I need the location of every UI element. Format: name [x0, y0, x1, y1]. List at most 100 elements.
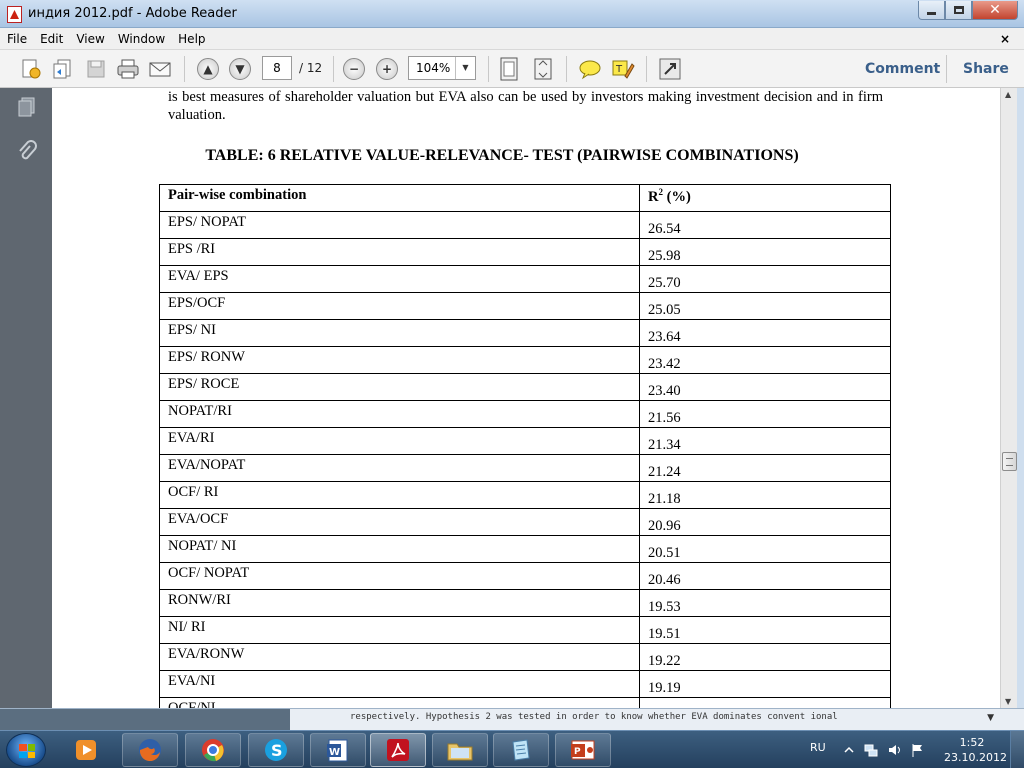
volume-icon[interactable] — [887, 742, 901, 756]
table-row: EVA/ EPS 25.70 — [159, 265, 891, 293]
document-view[interactable]: is best measures of shareholder valuatio… — [52, 88, 1000, 708]
minimize-button[interactable] — [918, 1, 945, 20]
taskbar-powerpoint[interactable]: P — [555, 733, 611, 767]
scroll-up-arrow-icon[interactable]: ▲ — [1005, 90, 1011, 99]
zoom-out-button[interactable]: − — [341, 56, 367, 82]
fit-page-icon — [534, 58, 552, 80]
scrolling-mode-button[interactable] — [496, 56, 522, 82]
menu-help[interactable]: Help — [171, 28, 211, 46]
zoom-select[interactable]: 104% ▼ — [408, 56, 476, 80]
pair-cell: EPS/ NOPAT — [159, 211, 640, 239]
r2-cell: 23.42 — [639, 346, 891, 374]
action-center-flag-icon[interactable] — [910, 742, 924, 757]
r2-cell: 21.24 — [639, 454, 891, 482]
language-indicator[interactable]: RU — [810, 741, 826, 754]
show-hidden-icons-icon[interactable] — [842, 742, 856, 756]
page-number-input[interactable]: 8 — [262, 56, 292, 80]
table-row: EVA/NOPAT 21.24 — [159, 454, 891, 482]
show-desktop-button[interactable] — [1010, 731, 1024, 768]
minimize-icon — [927, 11, 936, 15]
maximize-button[interactable] — [945, 1, 972, 20]
expand-icon — [659, 58, 681, 80]
create-pdf-button[interactable] — [18, 56, 44, 82]
previous-page-button[interactable]: ▲ — [195, 56, 221, 82]
pair-cell: OCF/ RI — [159, 481, 640, 509]
edit-pdf-button[interactable] — [50, 56, 76, 82]
scroll-thumb[interactable] — [1002, 452, 1017, 471]
fit-page-button[interactable] — [530, 56, 556, 82]
r2-cell: 19.19 — [639, 670, 891, 698]
arrow-up-icon: ▲ — [197, 58, 219, 80]
window-border — [1017, 88, 1024, 708]
taskbar-firefox[interactable] — [122, 733, 178, 767]
column-header-r2: R2 (%) — [639, 184, 891, 212]
table-row: EPS/ NOPAT 26.54 — [159, 211, 891, 239]
taskbar-adobe-reader[interactable] — [370, 733, 426, 767]
network-icon[interactable] — [864, 742, 878, 757]
navigation-pane — [0, 88, 52, 708]
vertical-scrollbar[interactable]: ▲ ▼ — [1000, 88, 1017, 708]
menu-file[interactable]: File — [0, 28, 33, 46]
page-total: / 12 — [299, 61, 323, 75]
scroll-down-arrow-icon[interactable]: ▼ — [1005, 697, 1011, 706]
menu-window[interactable]: Window — [111, 28, 171, 46]
highlight-text-button[interactable]: T — [610, 56, 636, 82]
taskbar-explorer[interactable] — [432, 733, 488, 767]
pair-cell: NOPAT/ NI — [159, 535, 640, 563]
chevron-down-icon[interactable]: ▼ — [455, 57, 475, 79]
document-close-button[interactable]: × — [1000, 32, 1010, 46]
r2-cell: 20.96 — [639, 508, 891, 536]
taskbar-notepad[interactable] — [493, 733, 549, 767]
close-button[interactable]: ✕ — [972, 1, 1018, 20]
r2-cell: 23.64 — [639, 319, 891, 347]
taskbar: S W P RU 1:52 23.10.2012 — [0, 730, 1024, 768]
next-page-button[interactable]: ▼ — [227, 56, 253, 82]
menu-view[interactable]: View — [69, 28, 110, 46]
pair-cell: EVA/ EPS — [159, 265, 640, 293]
table-row: EPS/ ROCE 23.40 — [159, 373, 891, 401]
share-pane-button[interactable]: Share — [963, 61, 1009, 77]
word-icon: W — [327, 739, 348, 762]
table-row: EVA/NI 19.19 — [159, 670, 891, 698]
email-button[interactable] — [147, 56, 173, 82]
toolbar-separator — [566, 56, 567, 82]
r2-cell: 21.34 — [639, 427, 891, 455]
table-row: OCF/ NOPAT 20.46 — [159, 562, 891, 590]
table-row: EVA/RONW 19.22 — [159, 643, 891, 671]
r2-cell: 21.18 — [639, 481, 891, 509]
pair-cell: EPS /RI — [159, 238, 640, 266]
adobe-reader-icon — [387, 739, 409, 761]
pair-cell: EVA/NI — [159, 670, 640, 698]
comment-pane-button[interactable]: Comment — [865, 61, 940, 77]
background-window[interactable]: respectively. Hypothesis 2 was tested in… — [0, 708, 1024, 731]
sticky-note-button[interactable] — [577, 56, 603, 82]
paperclip-icon — [19, 140, 37, 160]
svg-text:T: T — [615, 64, 623, 75]
chevron-down-icon[interactable]: ▼ — [987, 713, 994, 723]
windows-media-player-icon — [76, 740, 96, 760]
save-button[interactable] — [83, 56, 109, 82]
taskbar-word[interactable]: W — [310, 733, 366, 767]
pair-cell: EVA/NOPAT — [159, 454, 640, 482]
maximize-icon — [953, 6, 964, 14]
taskbar-skype[interactable]: S — [248, 733, 304, 767]
attachments-button[interactable] — [16, 140, 38, 162]
taskbar-media-player[interactable] — [58, 733, 114, 767]
table-row: EVA/OCF 20.96 — [159, 508, 891, 536]
page-thumbnails-button[interactable] — [16, 96, 38, 118]
print-button[interactable] — [115, 56, 141, 82]
svg-text:S: S — [271, 741, 283, 760]
start-button[interactable] — [6, 733, 46, 767]
toolbar-separator — [488, 56, 489, 82]
menu-edit[interactable]: Edit — [33, 28, 69, 46]
clock[interactable]: 1:52 23.10.2012 — [944, 735, 1007, 765]
taskbar-chrome[interactable] — [185, 733, 241, 767]
zoom-in-button[interactable]: + — [374, 56, 400, 82]
plus-icon: + — [376, 58, 398, 80]
clock-time: 1:52 — [959, 736, 985, 749]
table-row: RONW/RI 19.53 — [159, 589, 891, 617]
table-row: OCF/NI — [159, 697, 891, 708]
r2-cell — [639, 697, 891, 708]
full-screen-button[interactable] — [657, 56, 683, 82]
edit-pdf-icon — [53, 59, 71, 79]
